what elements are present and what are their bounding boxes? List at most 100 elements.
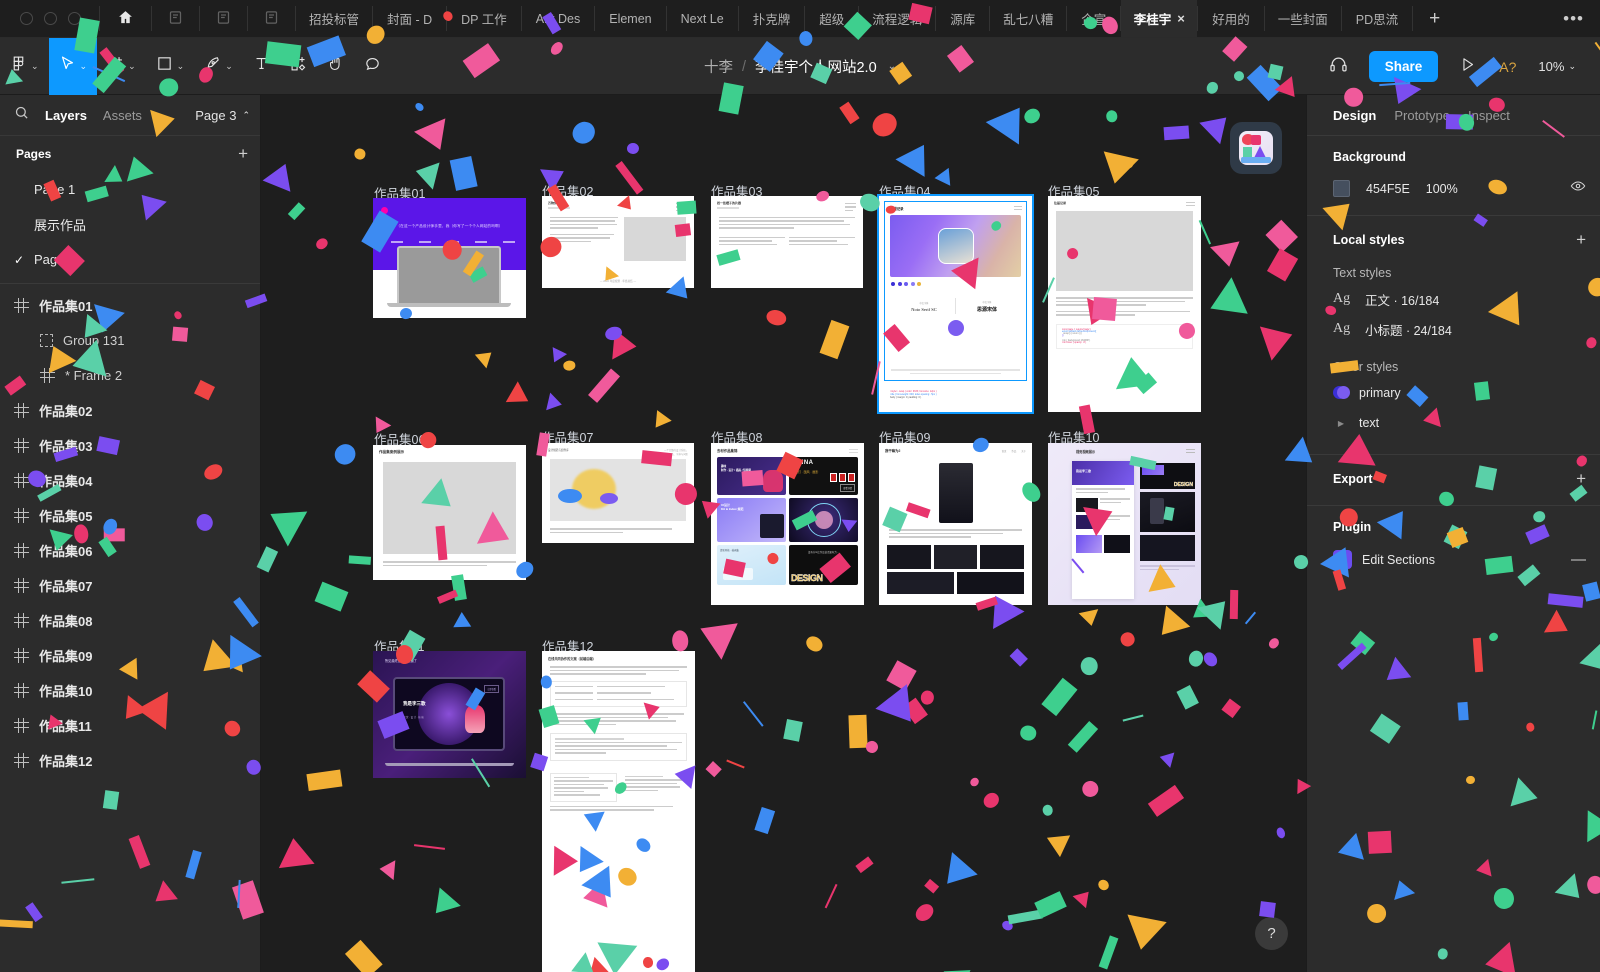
window-traffic-lights[interactable]: [0, 0, 99, 37]
layer-row[interactable]: Group 131: [0, 323, 260, 358]
frame-thumbnail-11[interactable]: 所见最终是出道主播了 我是李三歌 视 觉 · 设 计 · 前 端 立即查看: [373, 651, 526, 778]
move-tool-button[interactable]: ⌄: [48, 37, 98, 95]
breadcrumb-filename[interactable]: 李桂宇个人网站2.0: [755, 56, 877, 77]
frame-thumbnail-03[interactable]: 找一些橙子的片器: [711, 196, 863, 288]
page-item-showcase[interactable]: 展示作品: [0, 207, 260, 242]
recent-file-tab-1[interactable]: [152, 0, 199, 37]
layer-row[interactable]: 作品集09: [0, 638, 260, 673]
recent-file-tab-2[interactable]: [200, 0, 247, 37]
layer-row[interactable]: 作品集06: [0, 533, 260, 568]
accessibility-check-button[interactable]: A?: [1489, 59, 1526, 75]
background-hex-value[interactable]: 454F5E: [1366, 182, 1410, 196]
shape-tool-button[interactable]: ⌄: [146, 38, 195, 95]
eye-icon[interactable]: [1570, 178, 1586, 199]
frame-thumbnail-05[interactable]: 往届记录 const page = require('page') export…: [1048, 196, 1201, 412]
add-page-button[interactable]: +: [238, 144, 248, 164]
frame-thumbnail-06[interactable]: 作品集案例展示: [373, 445, 526, 580]
page-item-page-3-current[interactable]: ✓ Page 3: [0, 242, 260, 277]
page-item-page-1[interactable]: Page 1: [0, 172, 260, 207]
tab-4[interactable]: Elemen: [595, 0, 665, 37]
text-style-row[interactable]: Ag 小标题 · 24/184: [1333, 314, 1586, 344]
layer-row[interactable]: 作品集03: [0, 428, 260, 463]
tab-3[interactable]: Ant Des: [522, 0, 594, 37]
chevron-down-icon[interactable]: ⌄: [31, 61, 39, 72]
components-tool-button[interactable]: [280, 38, 317, 95]
layer-row[interactable]: 作品集05: [0, 498, 260, 533]
home-tab[interactable]: [100, 0, 151, 37]
color-swatch[interactable]: [1333, 180, 1350, 197]
tab-6[interactable]: 扑克牌: [739, 0, 805, 37]
tab-1[interactable]: 封面 - D: [373, 0, 446, 37]
tab-11[interactable]: 企宣: [1067, 0, 1120, 37]
design-canvas[interactable]: 作品集01 （在这一个产品设计师手里，我（你写了一个个人网站的吗啊） 作品集02: [261, 95, 1306, 972]
tab-layers[interactable]: Layers: [45, 108, 87, 123]
chevron-down-icon[interactable]: ⌄: [888, 61, 896, 72]
text-style-row[interactable]: Ag 正文 · 16/184: [1333, 284, 1586, 314]
background-color-row[interactable]: 454F5E 100%: [1333, 178, 1586, 199]
page-selector[interactable]: Page 3 ⌃: [195, 108, 250, 123]
tabbar-more-button[interactable]: •••: [1553, 0, 1600, 37]
figma-menu-button[interactable]: ⌄: [0, 38, 49, 95]
tab-13[interactable]: 好用的: [1198, 0, 1264, 37]
tab-10[interactable]: 乱七八糟: [990, 0, 1066, 37]
minimize-window-button[interactable]: [44, 12, 57, 25]
layer-row[interactable]: 作品集04: [0, 463, 260, 498]
frame-tool-button[interactable]: ⌄: [97, 38, 146, 95]
layer-row[interactable]: 作品集11: [0, 708, 260, 743]
floating-plugin-widget[interactable]: [1230, 122, 1282, 174]
new-tab-button[interactable]: +: [1413, 0, 1456, 37]
tab-inspect[interactable]: Inspect: [1468, 108, 1510, 123]
frame-thumbnail-12[interactable]: 在线共同协作的文案（前端后端）: [542, 651, 695, 972]
close-tab-icon[interactable]: ×: [1177, 11, 1185, 26]
color-style-row-text[interactable]: ▶ text: [1333, 408, 1586, 438]
layer-row[interactable]: 作品集01: [0, 288, 260, 323]
tab-5[interactable]: Next Le: [667, 0, 738, 37]
share-button[interactable]: Share: [1368, 51, 1439, 82]
chevron-right-icon[interactable]: ▶: [1333, 419, 1349, 428]
tab-9[interactable]: 源库: [936, 0, 989, 37]
tab-0[interactable]: 招投标管: [296, 0, 372, 37]
background-opacity-value[interactable]: 100%: [1426, 182, 1458, 196]
text-tool-button[interactable]: [243, 38, 280, 95]
plugin-item-edit-sections[interactable]: Edit Sections —: [1333, 550, 1586, 569]
hand-tool-button[interactable]: [317, 38, 354, 95]
frame-thumbnail-10[interactable]: 视觉视频展示 我是李三歌 DESIGN: [1048, 443, 1201, 605]
frame-thumbnail-07[interactable]: 设计规范与组件库 一个完整的设计系统， 包含颜色、字体与间距: [542, 443, 694, 543]
tab-2[interactable]: DP 工作: [447, 0, 521, 37]
add-style-button[interactable]: +: [1576, 230, 1586, 250]
layer-row[interactable]: 作品集02: [0, 393, 260, 428]
tab-15[interactable]: PD思流: [1342, 0, 1412, 37]
help-button[interactable]: ?: [1255, 917, 1288, 950]
breadcrumb-team[interactable]: 十李: [704, 56, 733, 77]
add-export-button[interactable]: +: [1576, 469, 1586, 489]
chevron-down-icon[interactable]: ⌄: [225, 61, 233, 72]
tab-prototype[interactable]: Prototype: [1394, 108, 1450, 123]
remove-plugin-button[interactable]: —: [1571, 551, 1586, 568]
frame-thumbnail-08[interactable]: 去材作品集锦 趣味 制作 · 设计 / 插画 / 短视频 CHINA 红色灯 · …: [711, 443, 864, 605]
layer-row[interactable]: 作品集12: [0, 743, 260, 778]
frame-thumbnail-09[interactable]: 我干嘛为2 首页 作品 关于: [879, 443, 1032, 605]
layer-row[interactable]: * Frame 2: [0, 358, 260, 393]
frame-thumbnail-02[interactable]: 万物伊始 — 2022 年度规划 · 年终总结 —: [542, 196, 694, 288]
frame-thumbnail-04-selected[interactable]: 影视记录 中文字体 Noto Serif SC 中文字体 思源宋体 <style…: [877, 194, 1034, 414]
comment-tool-button[interactable]: [354, 38, 391, 95]
layer-row[interactable]: 作品集10: [0, 673, 260, 708]
tab-assets[interactable]: Assets: [103, 108, 142, 123]
tab-8[interactable]: 流程逻辑: [859, 0, 935, 37]
present-button[interactable]: [1450, 56, 1485, 78]
search-icon[interactable]: [14, 105, 29, 125]
chevron-down-icon[interactable]: ⌄: [80, 61, 88, 72]
recent-file-tab-3[interactable]: [248, 0, 295, 37]
pen-tool-button[interactable]: ⌄: [194, 38, 243, 95]
tab-design[interactable]: Design: [1333, 108, 1376, 123]
tab-12-active[interactable]: 李桂宇 ×: [1121, 0, 1198, 37]
chevron-down-icon[interactable]: ⌄: [177, 61, 185, 72]
maximize-window-button[interactable]: [68, 12, 81, 25]
tab-7[interactable]: 超级: [805, 0, 858, 37]
chevron-down-icon[interactable]: ⌄: [128, 61, 136, 72]
close-window-button[interactable]: [20, 12, 33, 25]
layer-row[interactable]: 作品集08: [0, 603, 260, 638]
frame-thumbnail-01[interactable]: （在这一个产品设计师手里，我（你写了一个个人网站的吗啊）: [373, 198, 526, 318]
audio-call-button[interactable]: [1320, 55, 1357, 79]
color-style-row-primary[interactable]: primary: [1333, 378, 1586, 408]
